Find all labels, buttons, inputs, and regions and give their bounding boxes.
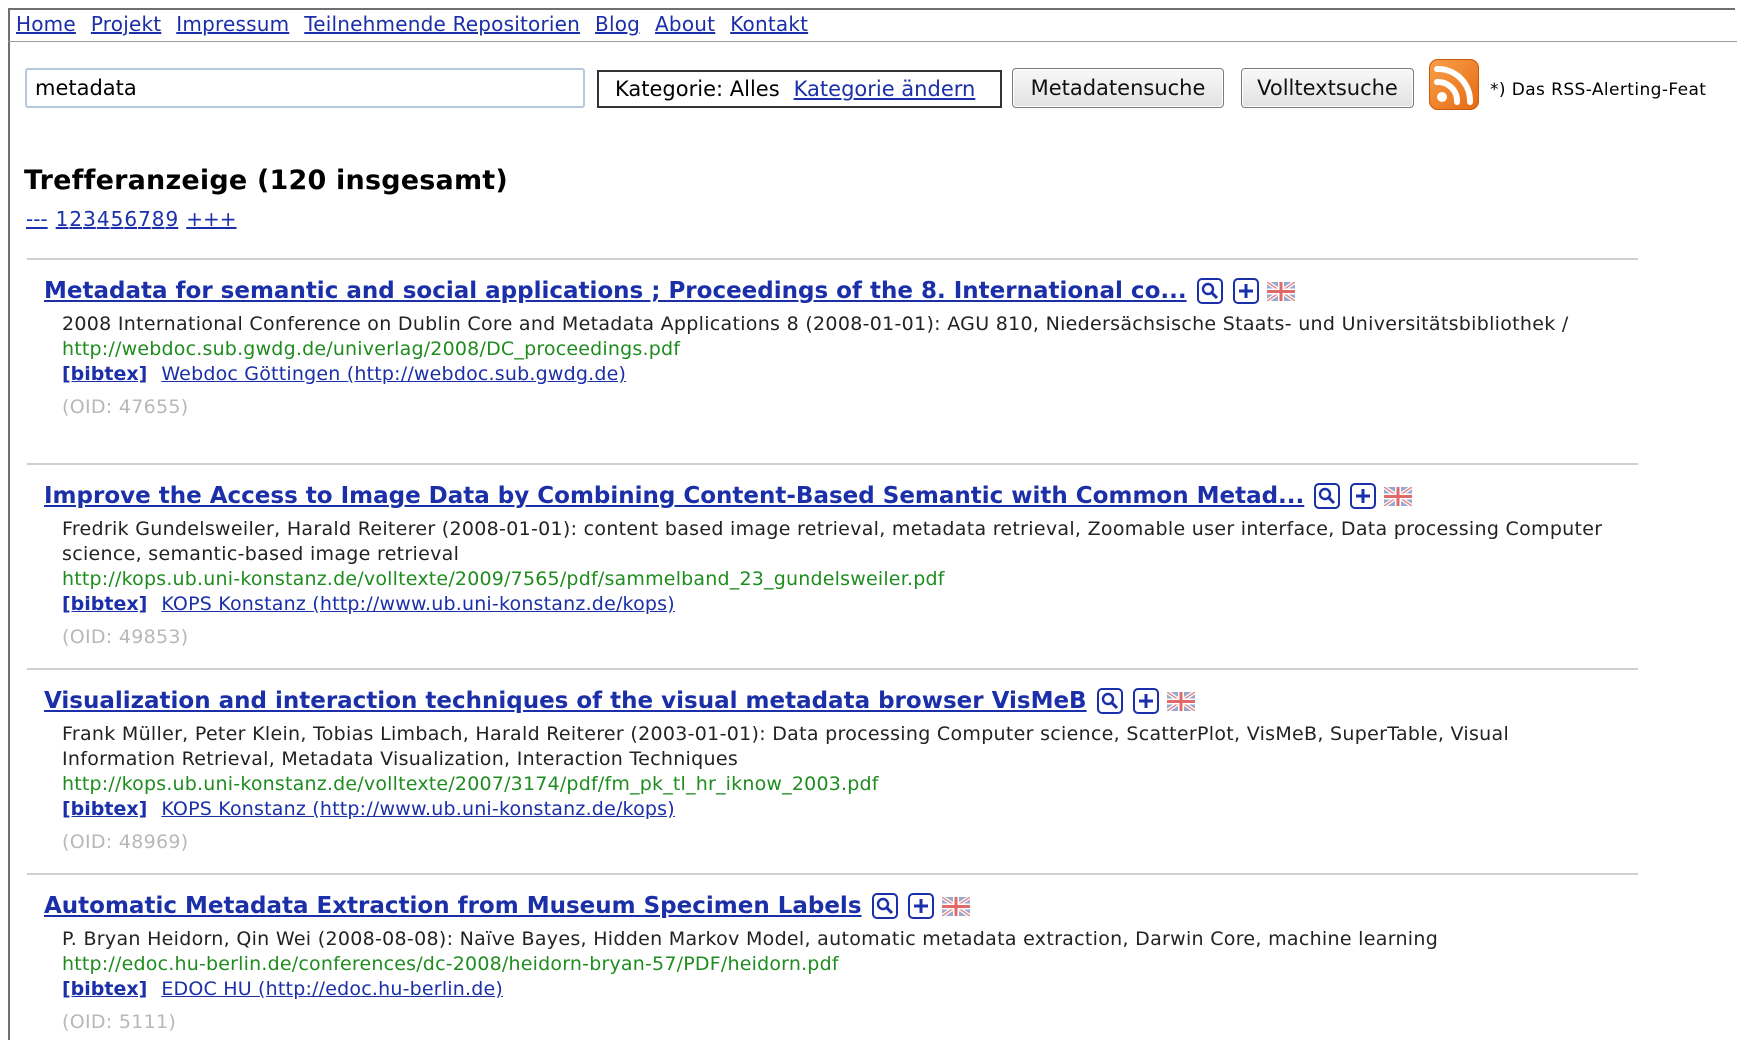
magnifier-icon[interactable] (1196, 278, 1223, 304)
fulltext-search-button[interactable]: Volltextsuche (1241, 68, 1414, 108)
pagination: --- 1 2 3 4 5 6 7 8 9 +++ (26, 207, 238, 231)
repository-link[interactable]: EDOC HU (http://edoc.hu-berlin.de) (161, 978, 503, 1000)
result-oid: (OID: 48969) (62, 831, 189, 853)
result-item: Metadata for semantic and social applica… (44, 276, 1644, 418)
bibtex-link[interactable]: [bibtex] (62, 593, 147, 615)
result-description: Frank Müller, Peter Klein, Tobias Limbac… (62, 723, 1510, 770)
top-navigation: Home Projekt Impressum Teilnehmende Repo… (16, 12, 823, 36)
results-heading: Trefferanzeige (120 insgesamt) (24, 165, 508, 196)
result-title-link[interactable]: Improve the Access to Image Data by Comb… (44, 483, 1304, 509)
rss-note: *) Das RSS-Alerting-Feat (1490, 80, 1707, 100)
result-item: Improve the Access to Image Data by Comb… (44, 481, 1644, 648)
nav-blog[interactable]: Blog (595, 12, 640, 36)
result-url: http://edoc.hu-berlin.de/conferences/dc-… (62, 953, 839, 975)
category-selector: Kategorie: Alles Kategorie ändern (597, 70, 1002, 108)
repository-link[interactable]: Webdoc Göttingen (http://webdoc.sub.gwdg… (161, 363, 626, 385)
metadata-search-button[interactable]: Metadatensuche (1012, 68, 1224, 108)
result-title-link[interactable]: Automatic Metadata Extraction from Museu… (44, 893, 862, 919)
result-separator (27, 258, 1638, 260)
pagination-page-9[interactable]: 9 (166, 207, 179, 231)
result-separator (27, 873, 1638, 875)
result-url: http://kops.ub.uni-konstanz.de/volltexte… (62, 773, 879, 795)
result-oid: (OID: 5111) (62, 1011, 177, 1033)
result-url: http://kops.ub.uni-konstanz.de/volltexte… (62, 568, 945, 590)
nav-divider (8, 41, 1737, 42)
result-title-row: Metadata for semantic and social applica… (44, 276, 1644, 306)
pagination-page-4[interactable]: 4 (97, 207, 110, 231)
category-change-link[interactable]: Kategorie ändern (794, 77, 976, 101)
pagination-page-1[interactable]: 1 (56, 207, 69, 231)
result-links: [bibtex] Webdoc Göttingen (http://webdoc.… (62, 362, 1644, 387)
nav-repositorien[interactable]: Teilnehmende Repositorien (304, 12, 580, 36)
result-item: Visualization and interaction techniques… (44, 686, 1644, 853)
magnifier-icon[interactable] (1314, 483, 1341, 509)
pagination-page-8[interactable]: 8 (152, 207, 165, 231)
repository-link[interactable]: KOPS Konstanz (http://www.ub.uni-konstan… (161, 593, 675, 615)
uk-flag-icon (940, 894, 971, 918)
pagination-page-3[interactable]: 3 (83, 207, 96, 231)
result-description: P. Bryan Heidorn, Qin Wei (2008-08-08): … (62, 928, 1439, 950)
nav-impressum[interactable]: Impressum (176, 12, 289, 36)
bibtex-link[interactable]: [bibtex] (62, 363, 147, 385)
pagination-page-5[interactable]: 5 (111, 207, 124, 231)
pagination-page-6[interactable]: 6 (124, 207, 137, 231)
uk-flag-icon (1383, 484, 1414, 508)
nav-about[interactable]: About (655, 12, 715, 36)
bibtex-link[interactable]: [bibtex] (62, 798, 147, 820)
plus-icon[interactable] (1232, 278, 1259, 304)
result-links: [bibtex] KOPS Konstanz (http://www.ub.uni… (62, 797, 1644, 822)
pagination-page-7[interactable]: 7 (138, 207, 151, 231)
result-oid: (OID: 47655) (62, 396, 189, 418)
plus-icon[interactable] (1350, 483, 1377, 509)
result-title-link[interactable]: Metadata for semantic and social applica… (44, 278, 1187, 304)
nav-kontakt[interactable]: Kontakt (730, 12, 808, 36)
result-title-row: Automatic Metadata Extraction from Museu… (44, 891, 1644, 921)
result-description: 2008 International Conference on Dublin … (62, 313, 1569, 335)
result-title-row: Improve the Access to Image Data by Comb… (44, 481, 1644, 511)
result-links: [bibtex] EDOC HU (http://edoc.hu-berlin.d… (62, 977, 1644, 1002)
nav-home[interactable]: Home (16, 12, 76, 36)
bibtex-link[interactable]: [bibtex] (62, 978, 147, 1000)
result-oid: (OID: 49853) (62, 626, 189, 648)
repository-link[interactable]: KOPS Konstanz (http://www.ub.uni-konstan… (161, 798, 675, 820)
result-links: [bibtex] KOPS Konstanz (http://www.ub.uni… (62, 592, 1644, 617)
plus-icon[interactable] (907, 893, 934, 919)
pagination-next[interactable]: +++ (186, 207, 236, 231)
pagination-page-2[interactable]: 2 (69, 207, 82, 231)
result-url: http://webdoc.sub.gwdg.de/univerlag/2008… (62, 338, 681, 360)
pagination-prev[interactable]: --- (26, 207, 48, 231)
magnifier-icon[interactable] (871, 893, 898, 919)
result-title-row: Visualization and interaction techniques… (44, 686, 1644, 716)
rss-icon[interactable] (1429, 59, 1479, 110)
category-label: Kategorie: Alles (615, 77, 780, 101)
result-title-link[interactable]: Visualization and interaction techniques… (44, 688, 1087, 714)
magnifier-icon[interactable] (1096, 688, 1123, 714)
result-separator (27, 668, 1638, 670)
result-separator (27, 463, 1638, 465)
uk-flag-icon (1165, 689, 1196, 713)
search-input[interactable] (25, 68, 585, 108)
uk-flag-icon (1265, 279, 1296, 303)
result-description: Fredrik Gundelsweiler, Harald Reiterer (… (62, 518, 1603, 565)
nav-projekt[interactable]: Projekt (91, 12, 161, 36)
result-item: Automatic Metadata Extraction from Museu… (44, 891, 1644, 1033)
plus-icon[interactable] (1132, 688, 1159, 714)
